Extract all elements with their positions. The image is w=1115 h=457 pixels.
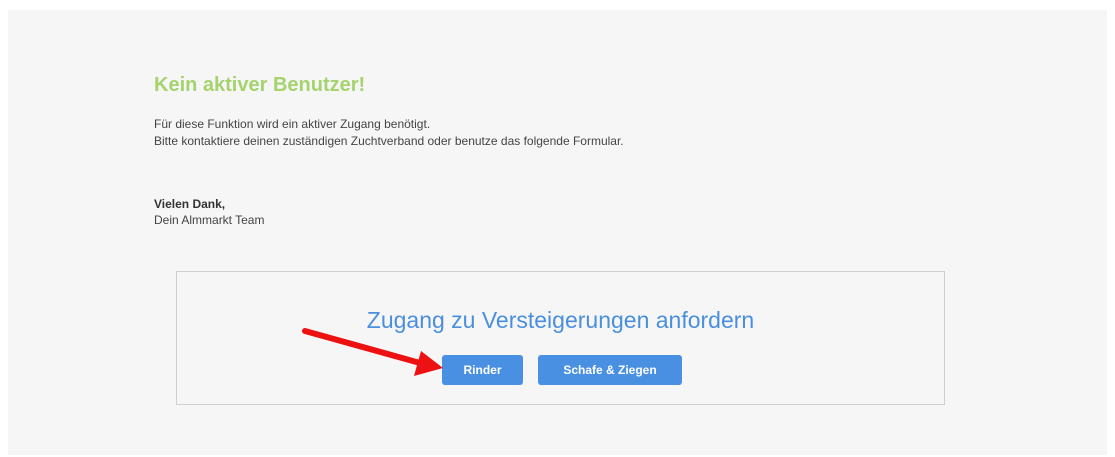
- message-text: Für diese Funktion wird ein aktiver Zuga…: [154, 116, 624, 150]
- access-request-box: Zugang zu Versteigerungen anfordern Rind…: [176, 271, 945, 405]
- message-line-1: Für diese Funktion wird ein aktiver Zuga…: [154, 117, 431, 131]
- signoff: Vielen Dank, Dein Almmarkt Team: [154, 196, 264, 228]
- team-signature: Dein Almmarkt Team: [154, 213, 265, 227]
- schafe-ziegen-button[interactable]: Schafe & Ziegen: [538, 355, 682, 385]
- access-request-title: Zugang zu Versteigerungen anfordern: [366, 307, 755, 333]
- page-title: Kein aktiver Benutzer!: [154, 74, 366, 96]
- thanks-text: Vielen Dank,: [154, 197, 226, 211]
- message-line-2: Bitte kontaktiere deinen zuständigen Zuc…: [154, 134, 624, 148]
- rinder-button[interactable]: Rinder: [442, 355, 523, 385]
- content-panel: Kein aktiver Benutzer! Für diese Funktio…: [8, 10, 1107, 455]
